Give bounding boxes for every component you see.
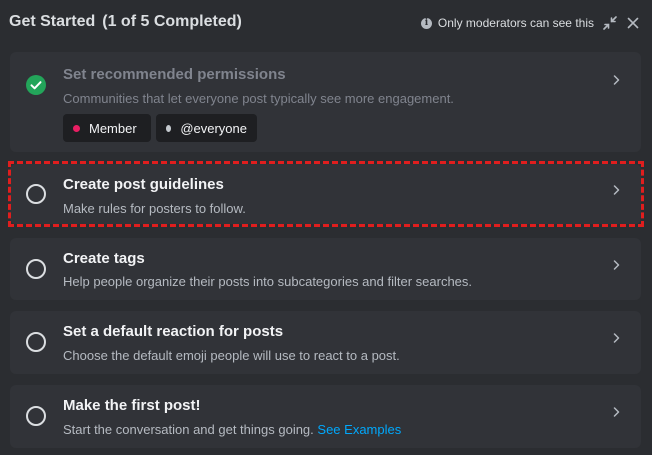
task-description-row: Start the conversation and get things go… (63, 422, 401, 437)
title-text: Get Started (9, 13, 96, 30)
task-create-tags[interactable]: Create tags Help people organize their p… (10, 238, 641, 300)
task-set-recommended-permissions[interactable]: Set recommended permissions Communities … (10, 52, 641, 152)
chevron-right-icon (611, 75, 621, 85)
get-started-panel: Get Started (1 of 5 Completed) i Only mod… (0, 0, 652, 455)
role-chip-everyone: @everyone (156, 114, 257, 142)
role-name: @everyone (180, 120, 247, 136)
task-description: Make rules for posters to follow. (63, 201, 246, 216)
chevron-right-icon (611, 260, 621, 270)
check-circle-icon (26, 75, 46, 95)
collapse-icon[interactable] (602, 15, 618, 31)
task-title: Create post guidelines (63, 176, 224, 193)
role-name: Member (89, 120, 137, 136)
page-title: Get Started (1 of 5 Completed) (9, 13, 242, 31)
see-examples-link[interactable]: See Examples (317, 422, 401, 437)
chevron-right-icon (611, 407, 621, 417)
panel-header: Get Started (1 of 5 Completed) i Only mod… (0, 0, 652, 46)
role-color-dot (73, 124, 80, 132)
empty-circle-icon (26, 259, 46, 279)
task-description: Communities that let everyone post typic… (63, 91, 454, 106)
task-create-post-guidelines[interactable]: Create post guidelines Make rules for po… (10, 164, 641, 224)
empty-circle-icon (26, 406, 46, 426)
task-description: Choose the default emoji people will use… (63, 348, 400, 363)
chevron-right-icon (611, 185, 621, 195)
task-title: Set a default reaction for posts (63, 323, 284, 340)
close-icon[interactable] (625, 15, 641, 31)
task-title: Make the first post! (63, 397, 201, 414)
empty-circle-icon (26, 332, 46, 352)
progress-count: (1 of 5 Completed) (102, 13, 242, 30)
info-icon: i (420, 17, 432, 29)
empty-circle-icon (26, 184, 46, 204)
task-set-default-reaction[interactable]: Set a default reaction for posts Choose … (10, 311, 641, 374)
moderator-visibility-note: i Only moderators can see this (420, 16, 594, 30)
task-make-first-post[interactable]: Make the first post! Start the conversat… (10, 385, 641, 448)
role-color-dot (166, 124, 172, 132)
task-description: Help people organize their posts into su… (63, 274, 473, 289)
task-title: Create tags (63, 250, 145, 267)
task-title: Set recommended permissions (63, 66, 286, 83)
moderator-note-text: Only moderators can see this (437, 16, 594, 30)
role-chip-member: Member (63, 114, 151, 142)
task-description: Start the conversation and get things go… (63, 422, 314, 437)
chevron-right-icon (611, 333, 621, 343)
